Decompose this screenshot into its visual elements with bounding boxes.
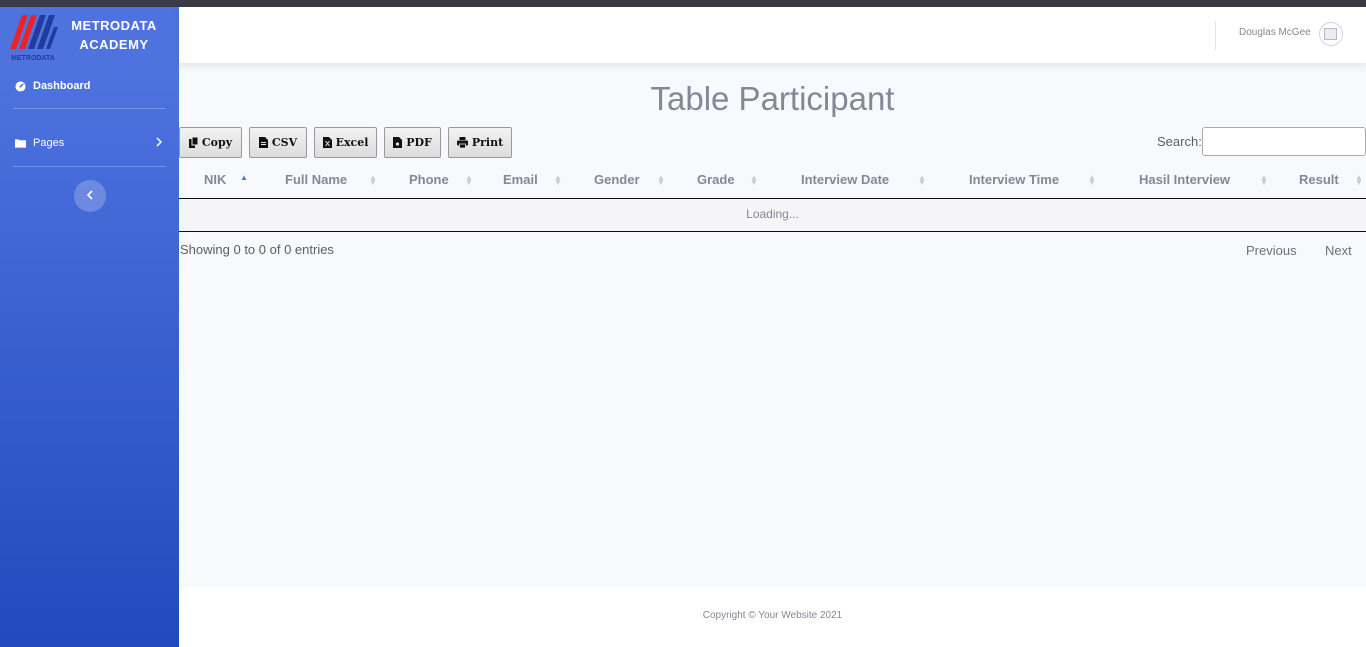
brand-line-1: METRODATA <box>71 18 157 33</box>
browser-top-strip <box>0 0 1366 7</box>
pdf-button-label: PDF <box>406 136 432 149</box>
column-header-label: Interview Date <box>801 172 890 187</box>
brand-name: METRODATA ACADEMY <box>64 16 164 54</box>
print-button[interactable]: Print <box>448 127 512 158</box>
sort-icon: ▲ ▼ <box>1088 173 1096 187</box>
sort-icon: ▲ ▼ <box>369 173 377 187</box>
logo-caption: METRODATA <box>11 55 55 62</box>
copy-button[interactable]: Copy <box>179 127 242 158</box>
excel-button-label: Excel <box>335 136 369 149</box>
copyright-text: Copyright © Your Website 2021 <box>702 610 843 621</box>
column-header-label: Interview Time <box>969 172 1060 187</box>
table-body: Loading... <box>179 199 1366 232</box>
sidebar-toggle-button[interactable] <box>74 180 106 212</box>
copy-button-label: Copy <box>201 136 233 149</box>
tachometer-icon <box>14 80 26 92</box>
sidebar-divider <box>13 108 166 109</box>
column-header-label: Gender <box>594 172 640 187</box>
sidebar: METRODATA METRODATA ACADEMY Dashboard Pa… <box>0 7 179 647</box>
file-csv-icon <box>258 137 268 148</box>
column-header-label: NIK <box>204 172 227 187</box>
search-label: Search: <box>1157 134 1202 149</box>
sidebar-divider <box>13 166 166 167</box>
user-name[interactable]: Douglas McGee <box>1239 27 1311 38</box>
column-header-email[interactable]: Email <box>503 166 538 198</box>
column-header-label: Grade <box>697 172 735 187</box>
sort-icon: ▲ ▼ <box>1355 173 1363 187</box>
sort-icon: ▲ ▼ <box>554 173 562 187</box>
avatar[interactable] <box>1319 22 1343 46</box>
sort-icon: ▲ ▼ <box>1260 173 1268 187</box>
csv-button[interactable]: CSV <box>249 127 307 158</box>
csv-button-label: CSV <box>271 136 298 149</box>
pdf-button[interactable]: PDF <box>384 127 441 158</box>
sidebar-item-dashboard[interactable]: Dashboard <box>14 76 166 96</box>
column-header-label: Full Name <box>285 172 348 187</box>
print-icon <box>456 137 468 148</box>
column-header-label: Hasil Interview <box>1139 172 1231 187</box>
column-header-interview-date[interactable]: Interview Date <box>801 166 889 198</box>
sidebar-item-label: Pages <box>33 137 65 149</box>
sort-asc-icon: ▲ <box>240 173 248 182</box>
topbar-divider <box>1215 21 1216 50</box>
sort-icon: ▲ ▼ <box>465 173 473 187</box>
chevron-left-icon <box>86 187 93 205</box>
pagination-next[interactable]: Next <box>1325 243 1352 258</box>
sort-icon: ▲ ▼ <box>657 173 665 187</box>
file-excel-icon <box>322 137 332 148</box>
file-pdf-icon <box>393 137 403 148</box>
chevron-right-icon <box>156 137 163 150</box>
brand-line-2: ACADEMY <box>79 37 149 52</box>
column-header-nik[interactable]: NIK <box>204 166 226 198</box>
footer: Copyright © Your Website 2021 <box>179 587 1366 647</box>
column-header-interview-time[interactable]: Interview Time <box>969 166 1059 198</box>
folder-icon <box>14 137 26 149</box>
loading-text: Loading... <box>746 207 799 221</box>
pagination-previous[interactable]: Previous <box>1246 243 1297 258</box>
sort-icon: ▲ ▼ <box>750 173 758 187</box>
topbar: Douglas McGee <box>179 7 1366 63</box>
table-info: Showing 0 to 0 of 0 entries <box>180 242 334 257</box>
column-header-label: Email <box>503 172 538 187</box>
table-header: NIK ▲ Full Name ▲ ▼ Phone ▲ ▼ Email ▲ ▼ Gen… <box>179 166 1366 199</box>
column-header-label: Result <box>1299 172 1339 187</box>
column-header-label: Phone <box>409 172 449 187</box>
column-header-full-name[interactable]: Full Name <box>285 166 347 198</box>
print-button-label: Print <box>471 136 504 149</box>
column-header-grade[interactable]: Grade <box>697 166 735 198</box>
sidebar-item-label: Dashboard <box>33 80 91 92</box>
column-header-hasil-interview[interactable]: Hasil Interview <box>1139 166 1230 198</box>
copy-icon <box>188 137 198 148</box>
excel-button[interactable]: Excel <box>314 127 377 158</box>
column-header-phone[interactable]: Phone <box>409 166 449 198</box>
sidebar-item-pages[interactable]: Pages <box>14 133 166 153</box>
sort-icon: ▲ ▼ <box>918 173 926 187</box>
page-title: Table Participant <box>650 80 895 117</box>
column-header-result[interactable]: Result <box>1299 166 1339 198</box>
metrodata-logo: METRODATA <box>10 15 58 62</box>
column-header-gender[interactable]: Gender <box>594 166 640 198</box>
sidebar-brand[interactable]: METRODATA METRODATA ACADEMY <box>0 7 179 63</box>
search-input[interactable] <box>1202 127 1366 156</box>
